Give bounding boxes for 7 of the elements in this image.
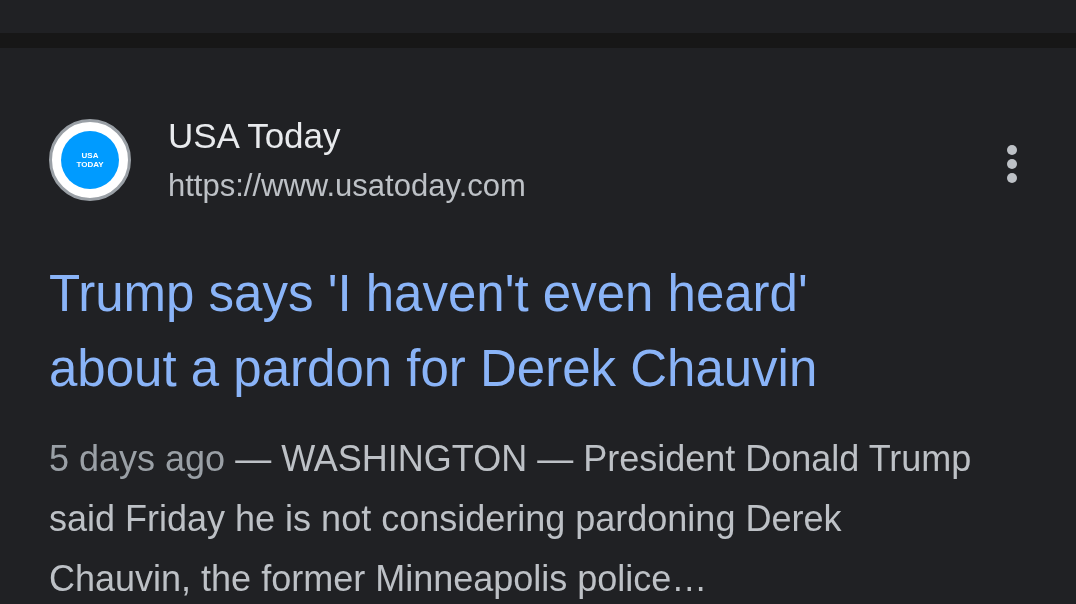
source-name: USA Today — [168, 115, 342, 157]
more-options-icon[interactable] — [1006, 144, 1018, 184]
source-url[interactable]: https://www.usatoday.com — [168, 166, 526, 206]
result-title-link[interactable]: Trump says 'I haven't even heard' about a pardon for Derek Chauvin — [49, 256, 949, 406]
logo-text: TODAY — [76, 160, 104, 169]
logo-text: USA — [81, 151, 99, 160]
result-snippet: 5 days ago — WASHINGTON — President Donald Trump said Friday he is not considering pardoning Derek Chauvin, the former Minneapolis police… — [49, 437, 973, 601]
